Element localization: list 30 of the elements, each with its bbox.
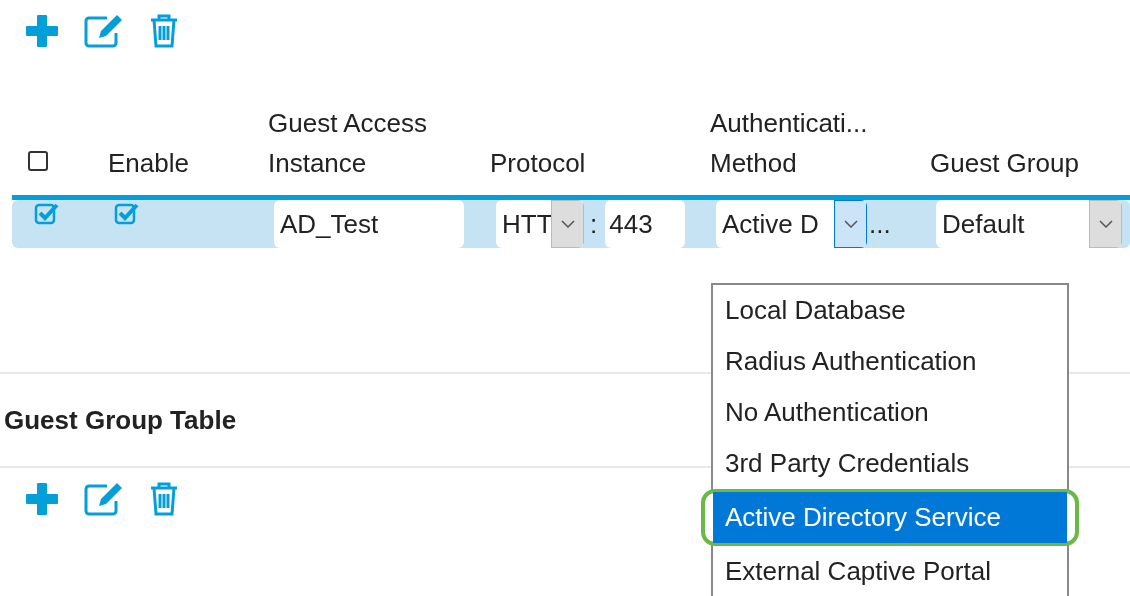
select-all-checkbox[interactable] — [28, 150, 48, 171]
column-header: Guest Group — [930, 147, 1080, 180]
section-title: Guest Group Table — [3, 404, 237, 436]
checked-checkbox[interactable] — [34, 201, 60, 227]
guest-group-select[interactable]: Default — [936, 200, 1122, 248]
port-separator: : — [590, 208, 598, 240]
checked-checkbox[interactable] — [114, 201, 140, 227]
edit-icon[interactable] — [83, 13, 125, 49]
chevron-down-icon — [843, 220, 858, 228]
chevron-down-icon — [560, 220, 575, 228]
dropdown-option[interactable]: Active Directory Service — [713, 492, 1067, 543]
column-header: Enable — [108, 147, 190, 180]
add-icon[interactable] — [25, 14, 59, 48]
port-field[interactable]: 443 — [605, 200, 686, 248]
chevron-down-icon — [1098, 220, 1113, 228]
column-header: Authenticati... Method — [710, 107, 869, 180]
auth-method-select[interactable]: Active D — [716, 200, 867, 248]
dropdown-option[interactable]: No Authentication — [713, 387, 1067, 438]
dropdown-option[interactable]: 3rd Party Credentials — [713, 438, 1067, 489]
add-icon[interactable] — [25, 482, 59, 516]
dropdown-option[interactable]: Local Database — [713, 285, 1067, 336]
truncation-ellipsis: ... — [868, 208, 891, 240]
column-header: Protocol — [490, 147, 587, 180]
column-header: Guest Access Instance — [268, 107, 428, 180]
dropdown-option[interactable]: External Captive Portal — [713, 546, 1067, 596]
edit-icon[interactable] — [83, 481, 125, 517]
trash-icon[interactable] — [149, 481, 179, 517]
dropdown-option[interactable]: Radius Authentication — [713, 336, 1067, 387]
instance-field[interactable]: AD_Test — [274, 200, 464, 248]
trash-icon[interactable] — [149, 13, 179, 49]
